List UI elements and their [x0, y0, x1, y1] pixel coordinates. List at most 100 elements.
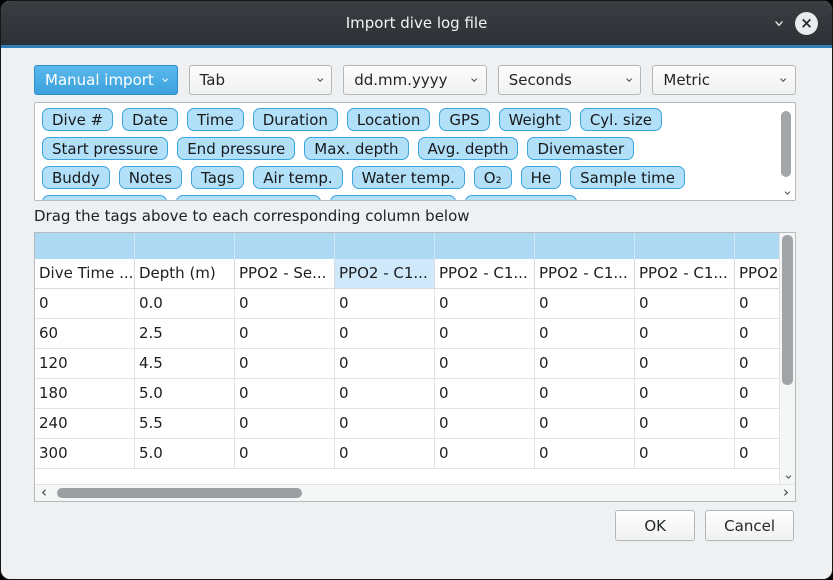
tag-pill[interactable]: Sample temp. [330, 195, 455, 201]
tagbox-scrollbar-thumb[interactable] [781, 111, 791, 177]
horizontal-scrollbar-thumb[interactable] [57, 488, 302, 498]
titlebar-icons: › × [775, 1, 818, 45]
tag-pill[interactable]: Notes [119, 166, 182, 189]
window-shade-chevron-icon[interactable]: › [775, 14, 783, 33]
table-cell: 0 [235, 439, 335, 469]
dropzone-cell[interactable] [635, 233, 735, 259]
tag-pill[interactable]: Sample time [570, 166, 685, 189]
titlebar: Import dive log file › × [1, 1, 832, 45]
scroll-down-arrow-icon[interactable]: › [780, 188, 793, 198]
window-title: Import dive log file [346, 14, 488, 32]
dropzone-cell[interactable] [135, 233, 235, 259]
tag-pill[interactable]: End pressure [177, 137, 295, 160]
dropdown-date-format[interactable]: dd.mm.yyyy › [343, 65, 487, 95]
dropdown-value: Tab [200, 71, 225, 89]
tag-pill[interactable]: Sample pressure [176, 195, 322, 201]
tag-pill[interactable]: Air temp. [253, 166, 342, 189]
table-cell: 0 [635, 319, 735, 349]
dropzone-cell[interactable] [735, 233, 779, 259]
cancel-button[interactable]: Cancel [705, 510, 794, 541]
tag-pill[interactable]: Weight [499, 108, 571, 131]
scroll-right-arrow-icon[interactable]: › [783, 485, 789, 501]
tag-pill[interactable]: Start pressure [42, 137, 168, 160]
vertical-scrollbar-thumb[interactable] [782, 235, 793, 385]
chevron-down-icon: › [157, 77, 173, 83]
column-header[interactable]: PPO2 - C1... [335, 259, 435, 289]
tag-pill[interactable]: Location [347, 108, 430, 131]
table-cell: 0 [735, 289, 779, 319]
dropdown-units[interactable]: Metric › [652, 65, 796, 95]
table-cell: 0 [335, 289, 435, 319]
dropdown-value: Seconds [509, 71, 572, 89]
chevron-down-icon: › [621, 77, 637, 83]
tag-pill[interactable]: Dive # [42, 108, 113, 131]
tag-pill[interactable]: Sample CNS [465, 195, 577, 201]
tag-pill[interactable]: Tags [191, 166, 244, 189]
tagbox-scrollbar[interactable]: › [780, 105, 793, 198]
table-cell: 0 [735, 409, 779, 439]
scroll-left-arrow-icon[interactable]: ‹ [41, 485, 47, 501]
table-cell: 0 [335, 409, 435, 439]
dropdown-value: dd.mm.yyyy [354, 71, 447, 89]
import-dialog-window: Import dive log file › × Manual import› T… [0, 0, 833, 580]
dropzone-cell[interactable] [435, 233, 535, 259]
table-vertical-scrollbar[interactable]: › [779, 233, 795, 484]
tag-pill[interactable]: Time [187, 108, 244, 131]
tag-pill[interactable]: GPS [439, 108, 489, 131]
tag-row: Buddy Notes Tags Air temp. Water temp. O₂ He Sa… [42, 166, 788, 189]
tag-pill[interactable]: He [521, 166, 562, 189]
tag-pill[interactable]: Date [122, 108, 178, 131]
chevron-down-icon: › [775, 77, 791, 83]
dropdown-field-separator[interactable]: Tab› [189, 65, 333, 95]
column-header[interactable]: Depth (m) [135, 259, 235, 289]
tag-pill[interactable]: Water temp. [352, 166, 465, 189]
table-cell: 0 [635, 409, 735, 439]
table-row: 1805.0000000 [35, 379, 779, 409]
column-header[interactable]: PPO2 - C1... [635, 259, 735, 289]
column-header[interactable]: PPO2 - Se... [235, 259, 335, 289]
close-icon[interactable]: × [795, 12, 818, 35]
table-cell: 0 [735, 319, 779, 349]
table-horizontal-scrollbar[interactable]: ‹ › [35, 484, 795, 501]
scroll-down-arrow-icon[interactable]: › [780, 471, 795, 483]
tag-pill[interactable]: Avg. depth [418, 137, 519, 160]
dropzone-cell[interactable] [235, 233, 335, 259]
tag-pill[interactable]: Max. depth [304, 137, 408, 160]
tag-row: Start pressure End pressure Max. depth Avg.… [42, 137, 788, 160]
table-cell: 0.0 [135, 289, 235, 319]
column-header[interactable]: Dive Time ... [35, 259, 135, 289]
dropdown-duration-format[interactable]: Seconds › [498, 65, 642, 95]
tag-pill[interactable]: Sample depth [42, 195, 167, 201]
table-row: 00.0000000 [35, 289, 779, 319]
table-cell: 5.5 [135, 409, 235, 439]
dropdown-row: Manual import›Tab›dd.mm.yyyy›Seconds›Met… [34, 65, 796, 95]
chevron-down-icon: › [466, 77, 482, 83]
table-cell: 0 [335, 349, 435, 379]
tag-pill[interactable]: Buddy [42, 166, 110, 189]
dropdown-import-mode[interactable]: Manual import› [34, 65, 178, 95]
tag-pill[interactable]: O₂ [474, 166, 512, 189]
tag-pill[interactable]: Divemaster [527, 137, 634, 160]
tag-pill[interactable]: Cyl. size [580, 108, 662, 131]
column-header[interactable]: PPO2 - C1... [535, 259, 635, 289]
table-cell: 0 [735, 439, 779, 469]
column-header[interactable]: PPO2 [735, 259, 779, 289]
dropzone-cell[interactable] [35, 233, 135, 259]
table-cell: 0 [435, 349, 535, 379]
tag-pill[interactable]: Duration [253, 108, 338, 131]
dropzone-cell[interactable] [535, 233, 635, 259]
table-cell: 0 [35, 289, 135, 319]
table-cell: 0 [535, 439, 635, 469]
chevron-down-icon: › [770, 19, 789, 27]
table-cell: 0 [235, 379, 335, 409]
dropdown-value: Metric [663, 71, 710, 89]
ok-button[interactable]: OK [615, 510, 695, 541]
table-cell: 0 [435, 379, 535, 409]
dropzone-cell[interactable] [335, 233, 435, 259]
table-cell: 120 [35, 349, 135, 379]
column-header[interactable]: PPO2 - C1... [435, 259, 535, 289]
preview-table: Dive Time ...Depth (m)PPO2 - Se...PPO2 -… [34, 232, 796, 502]
table-row: 602.5000000 [35, 319, 779, 349]
table-cell: 0 [635, 289, 735, 319]
table-cell: 4.5 [135, 349, 235, 379]
